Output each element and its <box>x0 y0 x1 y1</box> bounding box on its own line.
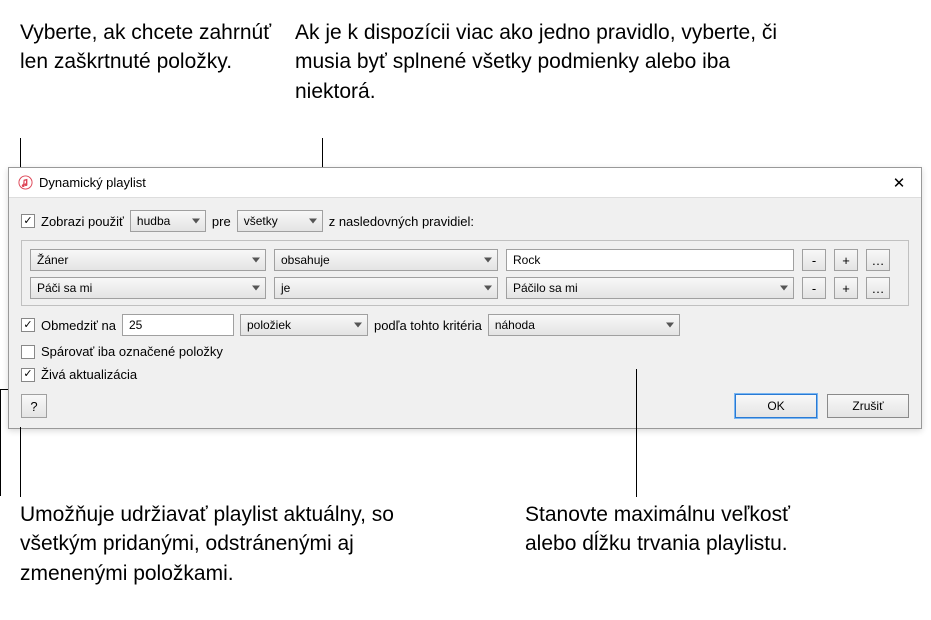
app-icon <box>17 175 33 191</box>
dialog-title: Dynamický playlist <box>39 175 885 190</box>
match-only-checked-label: Spárovať iba označené položky <box>41 344 223 359</box>
match-only-checked-row: Spárovať iba označené položky <box>21 344 909 359</box>
limit-criteria-select[interactable]: náhoda <box>488 314 680 336</box>
limit-criteria-value: náhoda <box>495 318 535 332</box>
limit-row: Obmedziť na 25 položiek podľa tohto krit… <box>21 314 909 336</box>
dialog-content: Zobrazi použiť hudba pre všetky z nasled… <box>9 198 921 428</box>
rule-operator-select[interactable]: obsahuje <box>274 249 498 271</box>
for-label: pre <box>212 214 231 229</box>
rule-value-text: Rock <box>513 253 540 267</box>
match-only-checked-checkbox[interactable] <box>21 345 35 359</box>
ok-button[interactable]: OK <box>735 394 817 418</box>
callout-line <box>20 138 21 168</box>
remove-rule-button[interactable]: - <box>802 277 826 299</box>
limit-label: Obmedziť na <box>41 318 116 333</box>
close-button[interactable]: ✕ <box>885 172 913 194</box>
rule-row: Páči sa mi je Páčilo sa mi - + … <box>30 277 900 299</box>
media-type-select[interactable]: hudba <box>130 210 206 232</box>
rule-value-input[interactable]: Rock <box>506 249 794 271</box>
annotation-live-updating: Umožňuje udržiavať playlist aktuálny, so… <box>20 500 450 588</box>
rule-value-select[interactable]: Páčilo sa mi <box>506 277 794 299</box>
add-rule-button[interactable]: + <box>834 249 858 271</box>
rule-row: Žáner obsahuje Rock - + … <box>30 249 900 271</box>
match-type-select[interactable]: všetky <box>237 210 323 232</box>
match-label: Zobrazi použiť <box>41 214 124 229</box>
rule-operator-value: je <box>281 281 290 295</box>
annotation-checked-items: Vyberte, ak chcete zahrnúť len zaškrtnut… <box>20 18 280 77</box>
callout-line <box>20 427 21 497</box>
remove-rule-button[interactable]: - <box>802 249 826 271</box>
help-button[interactable]: ? <box>21 394 47 418</box>
callout-line <box>636 369 637 497</box>
callout-line <box>0 389 1 496</box>
cancel-button[interactable]: Zrušiť <box>827 394 909 418</box>
match-checkbox[interactable] <box>21 214 35 228</box>
match-suffix: z nasledovných pravidiel: <box>329 214 474 229</box>
rule-field-value: Páči sa mi <box>37 281 92 295</box>
rule-field-select[interactable]: Žáner <box>30 249 266 271</box>
limit-unit-select[interactable]: položiek <box>240 314 368 336</box>
match-type-value: všetky <box>244 214 278 228</box>
rule-field-select[interactable]: Páči sa mi <box>30 277 266 299</box>
add-rule-button[interactable]: + <box>834 277 858 299</box>
limit-by-label: podľa tohto kritéria <box>374 318 482 333</box>
rule-operator-select[interactable]: je <box>274 277 498 299</box>
limit-unit-value: položiek <box>247 318 291 332</box>
nest-rule-button[interactable]: … <box>866 277 890 299</box>
titlebar: Dynamický playlist ✕ <box>9 168 921 198</box>
rule-operator-value: obsahuje <box>281 253 330 267</box>
limit-value-text: 25 <box>129 318 142 332</box>
limit-value-input[interactable]: 25 <box>122 314 234 336</box>
annotation-limit: Stanovte maximálnu veľkosť alebo dĺžku t… <box>525 500 825 559</box>
live-updating-row: Živá aktualizácia <box>21 367 909 382</box>
media-type-value: hudba <box>137 214 170 228</box>
live-updating-checkbox[interactable] <box>21 368 35 382</box>
match-row: Zobrazi použiť hudba pre všetky z nasled… <box>21 210 909 232</box>
smart-playlist-dialog: Dynamický playlist ✕ Zobrazi použiť hudb… <box>8 167 922 429</box>
limit-checkbox[interactable] <box>21 318 35 332</box>
dialog-footer: ? OK Zrušiť <box>21 394 909 418</box>
rule-field-value: Žáner <box>37 253 68 267</box>
nest-rule-button[interactable]: … <box>866 249 890 271</box>
rules-container: Žáner obsahuje Rock - + … Páči sa mi je <box>21 240 909 306</box>
annotation-match-rule: Ak je k dispozícii viac ako jedno pravid… <box>295 18 795 106</box>
live-updating-label: Živá aktualizácia <box>41 367 137 382</box>
rule-value-text: Páčilo sa mi <box>513 281 578 295</box>
